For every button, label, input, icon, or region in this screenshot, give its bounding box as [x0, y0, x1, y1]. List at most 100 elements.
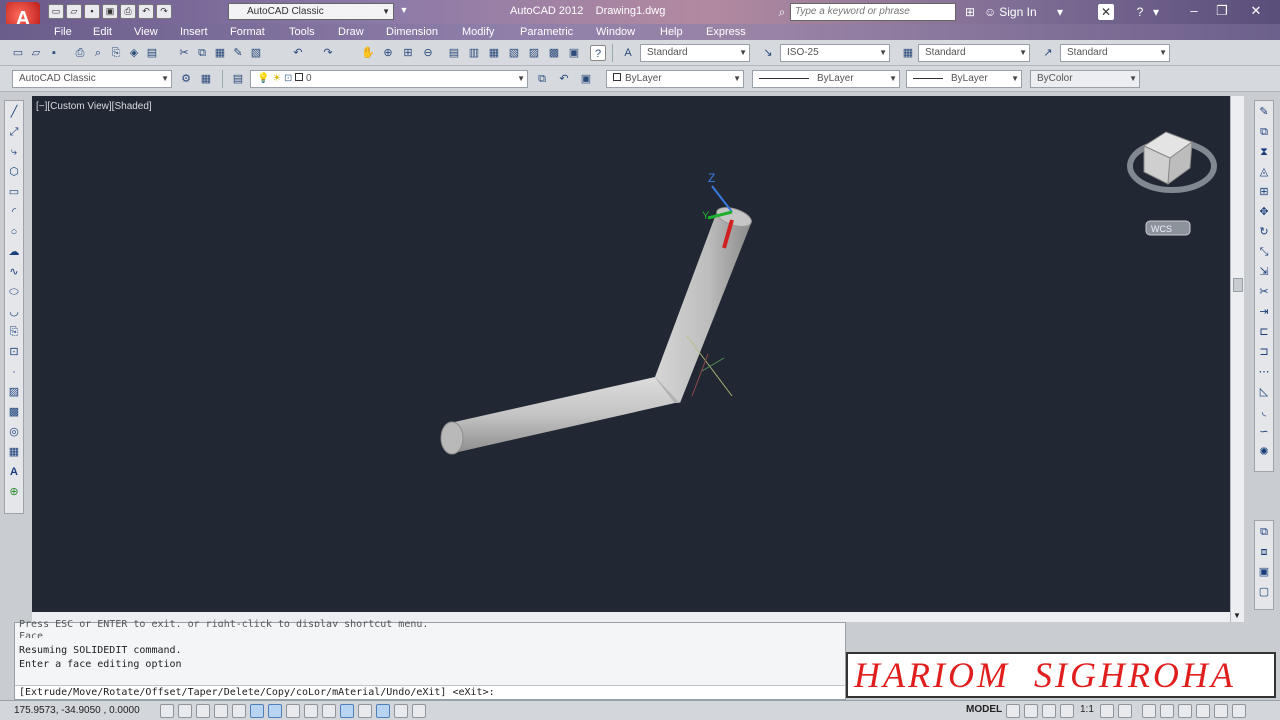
layer-states-manager-icon[interactable]: ▣ [578, 71, 594, 87]
model-space-button[interactable]: MODEL [966, 704, 1002, 715]
menu-window[interactable]: Window [596, 26, 635, 38]
scale-icon[interactable]: ⤡ [1257, 245, 1271, 259]
blend-curves-icon[interactable]: ∽ [1257, 425, 1271, 439]
paste-icon[interactable]: ▦ [212, 45, 228, 61]
quick-access-dropdown-icon[interactable]: ▼ [396, 4, 412, 19]
redo-icon[interactable]: ↷ [156, 4, 172, 19]
drawing-viewport[interactable]: [−][Custom View][Shaded] Z Y WCS [32, 96, 1230, 622]
gradient-icon[interactable]: ▩ [7, 405, 21, 419]
polar-tracking-toggle[interactable] [232, 704, 246, 718]
table-style-select[interactable]: Standard ▼ [918, 44, 1030, 62]
workspace-select[interactable]: AutoCAD Classic ▼ [228, 3, 394, 20]
rotate-icon[interactable]: ↻ [1257, 225, 1271, 239]
text-style-select[interactable]: Standard ▼ [640, 44, 750, 62]
send-to-back-icon[interactable]: ⧈ [1257, 545, 1271, 559]
menu-parametric[interactable]: Parametric [520, 26, 573, 38]
bring-above-icon[interactable]: ▣ [1257, 565, 1271, 579]
zoom-realtime-icon[interactable]: ⊕ [380, 45, 396, 61]
dynamic-input-toggle[interactable] [322, 704, 336, 718]
undo-icon[interactable]: ↶ [290, 45, 306, 61]
zoom-previous-icon[interactable]: ⊖ [420, 45, 436, 61]
command-window[interactable]: Press ESC or ENTER to exit, or right-cli… [14, 619, 846, 700]
signin-button[interactable]: ☺ Sign In [984, 4, 1037, 20]
explode-icon[interactable]: ✺ [1257, 445, 1271, 459]
zoom-window-icon[interactable]: ⊞ [400, 45, 416, 61]
communication-center-icon[interactable]: ⊞ [962, 4, 978, 20]
my-workspace-icon[interactable]: ▦ [198, 71, 214, 87]
polyline-icon[interactable]: ⤷ [7, 145, 21, 159]
send-under-icon[interactable]: ▢ [1257, 585, 1271, 599]
layer-previous-icon[interactable]: ↶ [556, 71, 572, 87]
publish-icon[interactable]: ⎘ [108, 45, 124, 61]
arc-icon[interactable]: ◜ [7, 205, 21, 219]
fillet-icon[interactable]: ◟ [1257, 405, 1271, 419]
workspace-settings-icon[interactable]: ⚙ [178, 71, 194, 87]
plot-preview-icon[interactable]: ⌕ [90, 45, 106, 61]
save-icon[interactable]: ▪ [84, 4, 100, 19]
menu-modify[interactable]: Modify [462, 26, 494, 38]
plot-icon[interactable]: ⎙ [120, 4, 136, 19]
menu-insert[interactable]: Insert [180, 26, 208, 38]
menu-edit[interactable]: Edit [93, 26, 112, 38]
polygon-icon[interactable]: ⬡ [7, 165, 21, 179]
table-style-icon[interactable]: ▦ [900, 45, 916, 61]
pipe-segment-upper[interactable] [655, 204, 754, 403]
multiline-text-icon[interactable]: A [7, 465, 21, 479]
erase-icon[interactable]: ✎ [1257, 105, 1271, 119]
offset-icon[interactable]: ◬ [1257, 165, 1271, 179]
transparency-toggle[interactable] [358, 704, 372, 718]
ortho-mode-toggle[interactable] [214, 704, 228, 718]
region-icon[interactable]: ◎ [7, 425, 21, 439]
dynamic-ucs-toggle[interactable] [304, 704, 318, 718]
multileader-style-select[interactable]: Standard ▼ [1060, 44, 1170, 62]
isolate-objects-icon[interactable] [1196, 704, 1210, 718]
bring-to-front-icon[interactable]: ⧉ [1257, 525, 1271, 539]
binoculars-icon[interactable]: ⌕ [774, 4, 790, 20]
array-icon[interactable]: ⊞ [1257, 185, 1271, 199]
help-dropdown-icon[interactable]: ▾ [1148, 4, 1164, 20]
annotation-scale-button[interactable]: 1:1 [1080, 704, 1094, 715]
object-snap-tracking-toggle[interactable] [286, 704, 300, 718]
new-icon[interactable]: ▭ [48, 4, 64, 19]
selection-cycling-toggle[interactable] [394, 704, 408, 718]
stretch-icon[interactable]: ⇲ [1257, 265, 1271, 279]
grid-display-toggle[interactable] [196, 704, 210, 718]
annotation-visibility-icon[interactable] [1100, 704, 1114, 718]
copy-icon[interactable]: ⧉ [194, 45, 210, 61]
ellipse-arc-icon[interactable]: ◡ [7, 305, 21, 319]
cut-icon[interactable]: ✂ [176, 45, 192, 61]
trim-icon[interactable]: ✂ [1257, 285, 1271, 299]
3d-print-icon[interactable]: ◈ [126, 45, 142, 61]
menu-file[interactable]: File [54, 26, 72, 38]
rectangle-icon[interactable]: ▭ [7, 185, 21, 199]
menu-format[interactable]: Format [230, 26, 265, 38]
object-snap-toggle[interactable] [250, 704, 264, 718]
save-as-icon[interactable]: ▣ [102, 4, 118, 19]
match-properties-icon[interactable]: ✎ [230, 45, 246, 61]
dim-style-icon[interactable]: ↘ [760, 45, 776, 61]
viewcube[interactable] [1127, 131, 1217, 193]
circle-icon[interactable]: ○ [7, 225, 21, 239]
make-block-icon[interactable]: ⊡ [7, 345, 21, 359]
multileader-style-icon[interactable]: ↗ [1040, 45, 1056, 61]
table-icon[interactable]: ▦ [7, 445, 21, 459]
infer-constraints-toggle[interactable] [160, 704, 174, 718]
3d-object-snap-toggle[interactable] [268, 704, 282, 718]
plot-icon[interactable]: ⎙ [72, 45, 88, 61]
ellipse-icon[interactable]: ⬭ [7, 285, 21, 299]
quick-view-drawings-icon[interactable] [1024, 704, 1038, 718]
command-input[interactable]: [Extrude/Move/Rotate/Offset/Taper/Delete… [15, 685, 845, 699]
workspace-toolbar-select[interactable]: AutoCAD Classic ▼ [12, 70, 172, 88]
clean-screen-icon[interactable] [1232, 704, 1246, 718]
vertical-scroll-thumb[interactable] [1233, 278, 1243, 292]
menu-express[interactable]: Express [706, 26, 746, 38]
menu-tools[interactable]: Tools [289, 26, 315, 38]
zoom-status-icon[interactable] [1060, 704, 1074, 718]
menu-view[interactable]: View [134, 26, 158, 38]
annotation-monitor-toggle[interactable] [412, 704, 426, 718]
design-center-icon[interactable]: ▥ [466, 45, 482, 61]
open-icon[interactable]: ▱ [28, 45, 44, 61]
revision-cloud-icon[interactable]: ☁ [7, 245, 21, 259]
menu-draw[interactable]: Draw [338, 26, 364, 38]
wcs-button[interactable]: WCS [1145, 220, 1191, 236]
